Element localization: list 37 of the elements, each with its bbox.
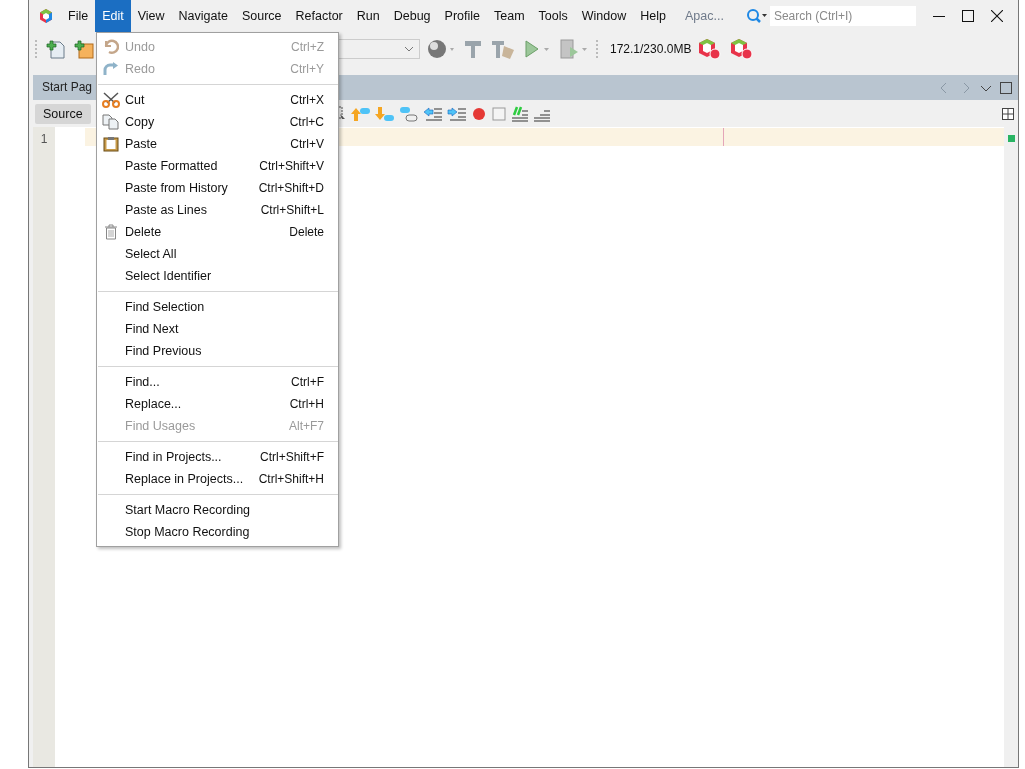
menu-entry[interactable]: Paste from History Ctrl+Shift+D xyxy=(97,177,338,199)
menu-item[interactable]: Window xyxy=(574,0,634,32)
menu-item[interactable]: Profile xyxy=(437,0,487,32)
menu-entry[interactable]: Stop Macro Recording xyxy=(97,521,338,543)
menu-entry[interactable]: Find Next xyxy=(97,318,338,340)
menu-entry[interactable]: Delete Delete xyxy=(97,221,338,243)
menu-entry[interactable]: Cut Ctrl+X xyxy=(97,89,338,111)
line-number: 1 xyxy=(40,131,48,148)
document-tab[interactable]: Start Pag xyxy=(33,75,93,100)
menu-entry[interactable]: Select Identifier xyxy=(97,265,338,287)
menu-entry[interactable]: Find in Projects... Ctrl+Shift+F xyxy=(97,446,338,468)
menu-item[interactable]: Refactor xyxy=(288,0,350,32)
source-tab[interactable]: Source xyxy=(35,103,91,124)
menu-entry[interactable]: Replace in Projects... Ctrl+Shift+H xyxy=(97,468,338,490)
menu-item[interactable]: Tools xyxy=(531,0,575,32)
menu-entry[interactable]: Find... Ctrl+F xyxy=(97,371,338,393)
menu-entry[interactable]: Find Previous xyxy=(97,340,338,362)
menu-entry[interactable]: Select All xyxy=(97,243,338,265)
menu-item[interactable]: Source xyxy=(234,0,289,32)
menu-entry[interactable]: Paste as Lines Ctrl+Shift+L xyxy=(97,199,338,221)
menu-item[interactable]: Edit xyxy=(95,0,131,32)
menu-item[interactable]: View xyxy=(130,0,172,32)
menu-item[interactable]: Navigate xyxy=(171,0,235,32)
menu-item[interactable]: Run xyxy=(349,0,387,32)
menu-item[interactable]: File xyxy=(61,0,96,32)
menu-entry[interactable]: Start Macro Recording xyxy=(97,499,338,521)
menu-entry[interactable]: Copy Ctrl+C xyxy=(97,111,338,133)
menu-item[interactable]: Team xyxy=(487,0,532,32)
menu-entry[interactable]: Paste Formatted Ctrl+Shift+V xyxy=(97,155,338,177)
menu-item[interactable]: Help xyxy=(633,0,673,32)
search-field[interactable]: Search (Ctrl+I) xyxy=(769,6,916,26)
memory-usage[interactable]: 172.1/230.0MB xyxy=(610,41,692,56)
menu-entry[interactable]: Replace... Ctrl+H xyxy=(97,393,338,415)
menu-entry[interactable]: Paste Ctrl+V xyxy=(97,133,338,155)
menu-item[interactable]: Debug xyxy=(386,0,438,32)
project-label: Apac... xyxy=(684,9,724,23)
menu-entry[interactable]: Find Selection xyxy=(97,296,338,318)
